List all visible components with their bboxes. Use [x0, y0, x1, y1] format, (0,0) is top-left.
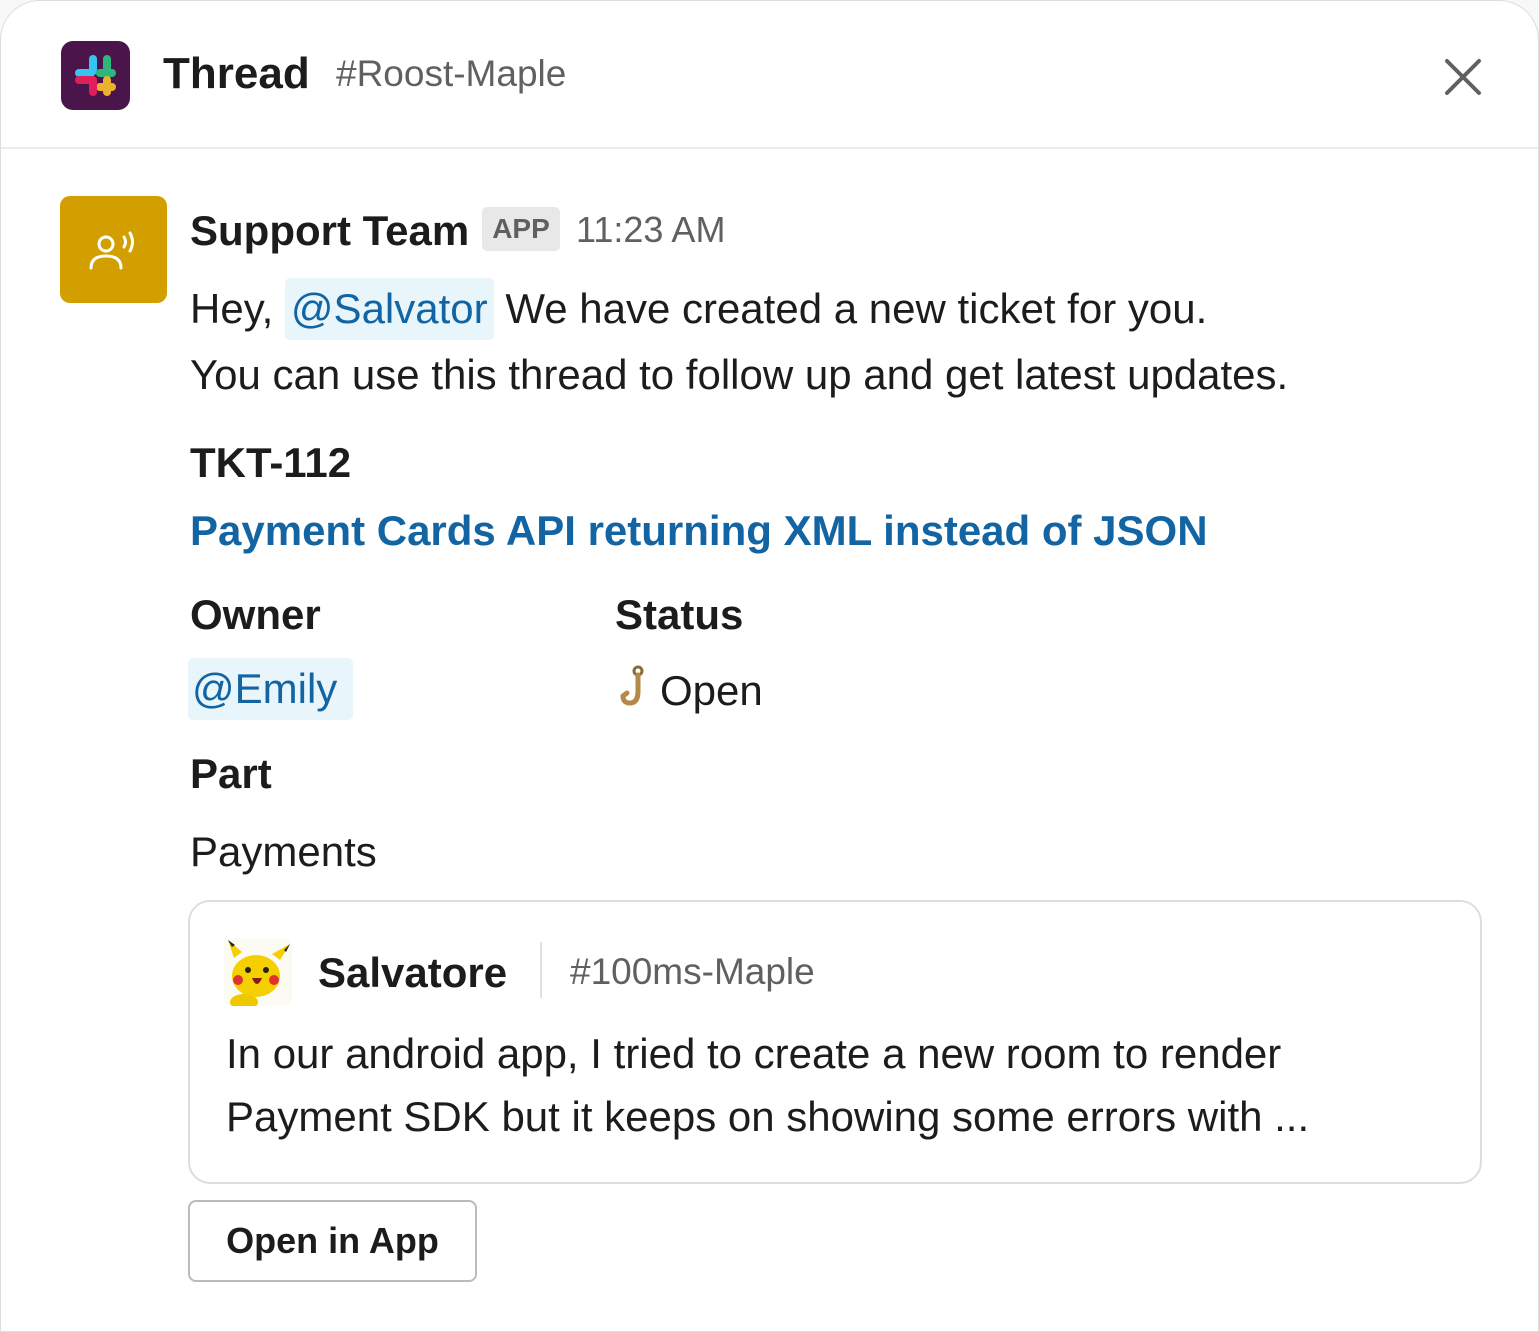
header-channel-name[interactable]: #Roost-Maple: [336, 51, 566, 97]
slack-logo-icon: [61, 41, 130, 110]
sender-name[interactable]: Support Team: [190, 204, 469, 258]
ticket-title-link[interactable]: Payment Cards API returning XML instead …: [190, 504, 1208, 558]
part-label: Part: [190, 750, 272, 797]
support-agent-icon[interactable]: [60, 196, 167, 303]
thread-panel: Thread #Roost-Maple Support Team APP 11:…: [0, 0, 1539, 1332]
owner-label: Owner: [190, 591, 321, 638]
user-mention-salvator[interactable]: @Salvator: [284, 278, 494, 340]
message-line-1: Hey, @Salvator We have created a new tic…: [190, 278, 1207, 340]
quoted-message-card[interactable]: Salvatore #100ms-Maple In our android ap…: [188, 900, 1482, 1184]
message-text: We have created a new ticket for you.: [505, 285, 1208, 332]
message-timestamp[interactable]: 11:23 AM: [576, 207, 725, 253]
quote-author-name[interactable]: Salvatore: [318, 946, 507, 1000]
quote-channel-name[interactable]: #100ms-Maple: [570, 948, 815, 996]
app-badge: APP: [482, 207, 560, 251]
status-label: Status: [615, 591, 744, 638]
open-in-app-button[interactable]: Open in App: [188, 1200, 477, 1282]
quote-divider: [540, 942, 542, 998]
status-value: Open: [660, 667, 763, 714]
quote-text-line-2: Payment SDK but it keeps on showing some…: [226, 1093, 1310, 1140]
greeting-text: Hey,: [190, 285, 274, 332]
close-icon[interactable]: [1437, 51, 1489, 103]
thread-header: Thread #Roost-Maple: [1, 1, 1538, 149]
part-value: Payments: [190, 828, 377, 875]
pikachu-avatar-icon[interactable]: [224, 938, 292, 1006]
message-line-2: You can use this thread to follow up and…: [190, 351, 1289, 398]
hook-icon: [619, 665, 653, 711]
user-mention-emily[interactable]: @Emily: [188, 658, 354, 720]
quote-text-line-1: In our android app, I tried to create a …: [226, 1030, 1282, 1077]
thread-title: Thread: [163, 49, 310, 98]
ticket-id: TKT-112: [190, 439, 352, 486]
